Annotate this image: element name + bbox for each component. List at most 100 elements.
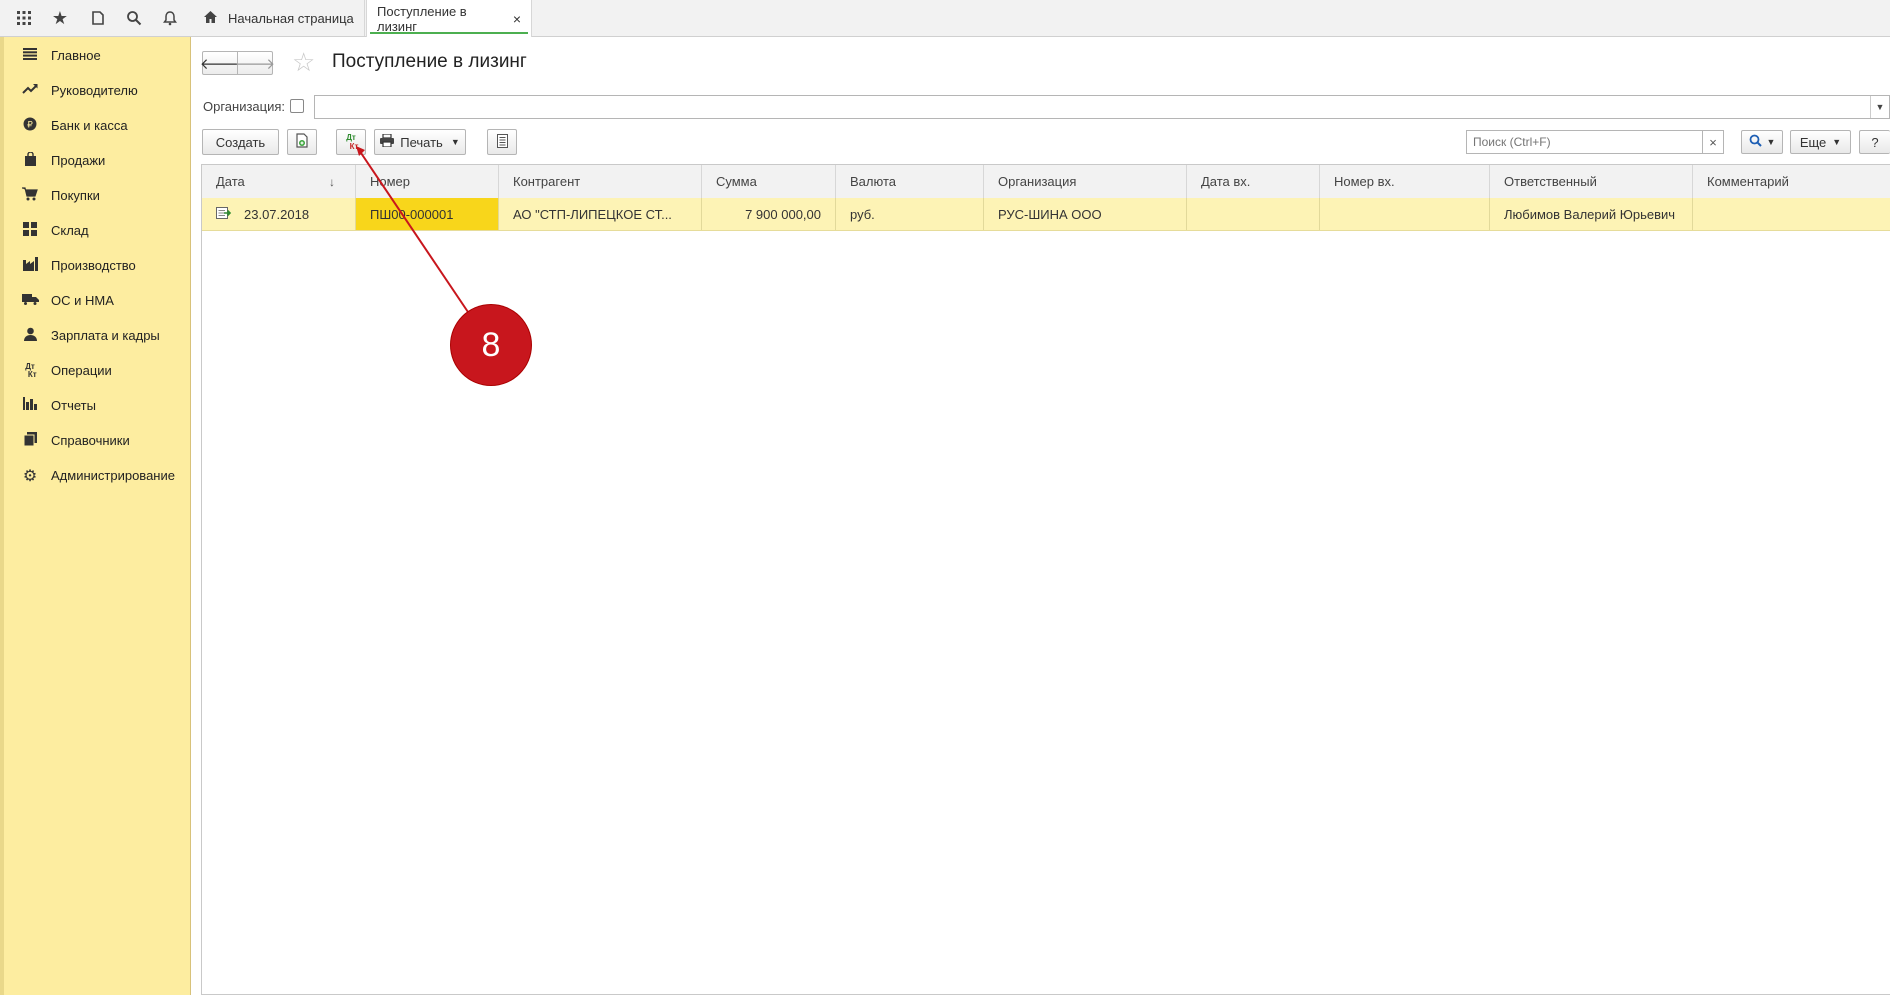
menu-lines-icon [20,47,40,64]
ruble-coin-icon: ₽ [20,117,40,135]
main-content: 🡐 🡒 ☆ Поступление в лизинг Организация: … [191,37,1890,995]
sidebar-item-label: Покупки [51,188,100,203]
cell-number[interactable]: ПШ00-000001 [356,198,499,230]
truck-icon [20,292,40,309]
cell-text: РУС-ШИНА ООО [998,206,1102,222]
cell-text: 23.07.2018 [244,206,310,222]
history-icon[interactable] [80,0,116,36]
more-label: Еще [1799,134,1827,150]
apps-grid-icon[interactable] [6,0,42,36]
organization-checkbox[interactable] [290,99,304,113]
help-label: ? [1871,134,1879,150]
create-label: Создать [215,134,266,150]
tab-leasing-receipt[interactable]: Поступление в лизинг × [366,0,532,37]
help-button[interactable]: ? [1859,130,1890,154]
sidebar-item-label: ОС и НМА [51,293,114,308]
search-clear-button[interactable]: × [1702,130,1724,154]
dt-kt-button[interactable]: Дт Кт [336,129,366,155]
books-icon [20,431,40,450]
column-header-sum[interactable]: Сумма [702,165,836,198]
forward-button[interactable]: 🡒 [235,51,275,75]
column-title: Номер вх. [1334,174,1395,189]
search-options-button[interactable]: ▼ [1741,130,1783,154]
organization-field[interactable]: ▼ [314,95,1890,119]
cell-text: руб. [850,206,875,222]
sidebar-item-label: Зарплата и кадры [51,328,160,343]
column-title: Комментарий [1707,174,1789,189]
table-header: Дата ↓ Номер Контрагент Сумма Валюта Орг… [202,165,1890,199]
cell-text: Любимов Валерий Юрьевич [1504,206,1676,222]
sidebar-item-label: Производство [51,258,136,273]
search-icon [1749,134,1762,150]
column-title: Дата вх. [1201,174,1251,189]
print-label: Печать [400,134,443,150]
sidebar-item-references[interactable]: Справочники [0,423,190,458]
sidebar-item-operations[interactable]: Дт Кт Операции [0,353,190,388]
sidebar-item-warehouse[interactable]: Склад [0,213,190,248]
column-header-currency[interactable]: Валюта [836,165,984,198]
create-button[interactable]: Создать [202,129,279,155]
posted-document-icon [216,206,232,222]
tab-home-label: Начальная страница [228,10,354,26]
sidebar-item-reports[interactable]: Отчеты [0,388,190,423]
sidebar-item-main[interactable]: Главное [0,38,190,73]
sidebar-item-label: Склад [51,223,89,238]
bar-chart-icon [20,397,40,414]
cell-text: АО "СТП-ЛИПЕЦКОЕ СТ... [513,206,672,222]
sidebar: Главное Руководителю ₽ Банк и касса Прод… [0,37,191,995]
copy-document-button[interactable] [287,129,317,155]
tab-home[interactable]: Начальная страница [193,0,365,36]
chevron-down-icon: ▼ [450,137,460,147]
column-title: Сумма [716,174,757,189]
back-button[interactable]: 🡐 [200,51,240,75]
kt-label: Кт [349,142,359,151]
sidebar-item-manager[interactable]: Руководителю [0,73,190,108]
sidebar-item-label: Продажи [51,153,106,168]
chevron-down-icon[interactable]: ▼ [1870,96,1889,118]
column-header-comment[interactable]: Комментарий [1693,165,1890,198]
print-button[interactable]: Печать ▼ [374,129,466,155]
report-button[interactable] [487,129,517,155]
sidebar-item-salary[interactable]: Зарплата и кадры [0,318,190,353]
star-icon[interactable]: ★ [42,0,78,36]
sidebar-item-fixed-assets[interactable]: ОС и НМА [0,283,190,318]
column-header-number[interactable]: Номер [356,165,499,198]
more-button[interactable]: Еще ▼ [1790,130,1851,154]
sidebar-item-label: Отчеты [51,398,96,413]
cell-currency: руб. [836,198,984,230]
sidebar-item-label: Справочники [51,433,130,448]
column-header-date[interactable]: Дата ↓ [202,165,356,198]
column-header-counterparty[interactable]: Контрагент [499,165,702,198]
table-row[interactable]: 23.07.2018 ПШ00-000001 АО "СТП-ЛИПЕЦКОЕ … [202,198,1890,231]
favorite-star-icon[interactable]: ☆ [292,47,315,78]
sidebar-item-bank[interactable]: ₽ Банк и касса [0,108,190,143]
bell-icon[interactable] [152,0,188,36]
chevron-down-icon: ▼ [1766,137,1776,147]
column-header-number-in[interactable]: Номер вх. [1320,165,1490,198]
page-title: Поступление в лизинг [332,51,527,72]
column-title: Контрагент [513,174,581,189]
column-header-responsible[interactable]: Ответственный [1490,165,1693,198]
sidebar-item-administration[interactable]: ⚙ Администрирование [0,458,190,493]
cell-date-in [1187,198,1320,230]
dt-kt-icon: Дт Кт [23,361,37,379]
column-title: Дата [216,174,245,189]
close-tab-icon[interactable]: × [513,11,521,27]
sidebar-item-production[interactable]: Производство [0,248,190,283]
sidebar-item-label: Банк и касса [51,118,128,133]
sidebar-item-sales[interactable]: Продажи [0,143,190,178]
search-icon[interactable] [116,0,152,36]
svg-text:₽: ₽ [27,120,33,130]
document-list-icon [496,133,508,151]
column-header-date-in[interactable]: Дата вх. [1187,165,1320,198]
printer-icon [380,133,395,150]
search-input[interactable] [1466,130,1703,154]
column-header-organization[interactable]: Организация [984,165,1187,198]
gear-icon: ⚙ [22,467,38,485]
annotation-badge: 8 [451,305,531,385]
shopping-bag-icon [20,150,40,170]
sidebar-item-label: Руководителю [51,83,138,98]
sidebar-item-purchases[interactable]: Покупки [0,178,190,213]
column-title: Номер [370,174,411,189]
tab-active-label: Поступление в лизинг [377,3,467,34]
